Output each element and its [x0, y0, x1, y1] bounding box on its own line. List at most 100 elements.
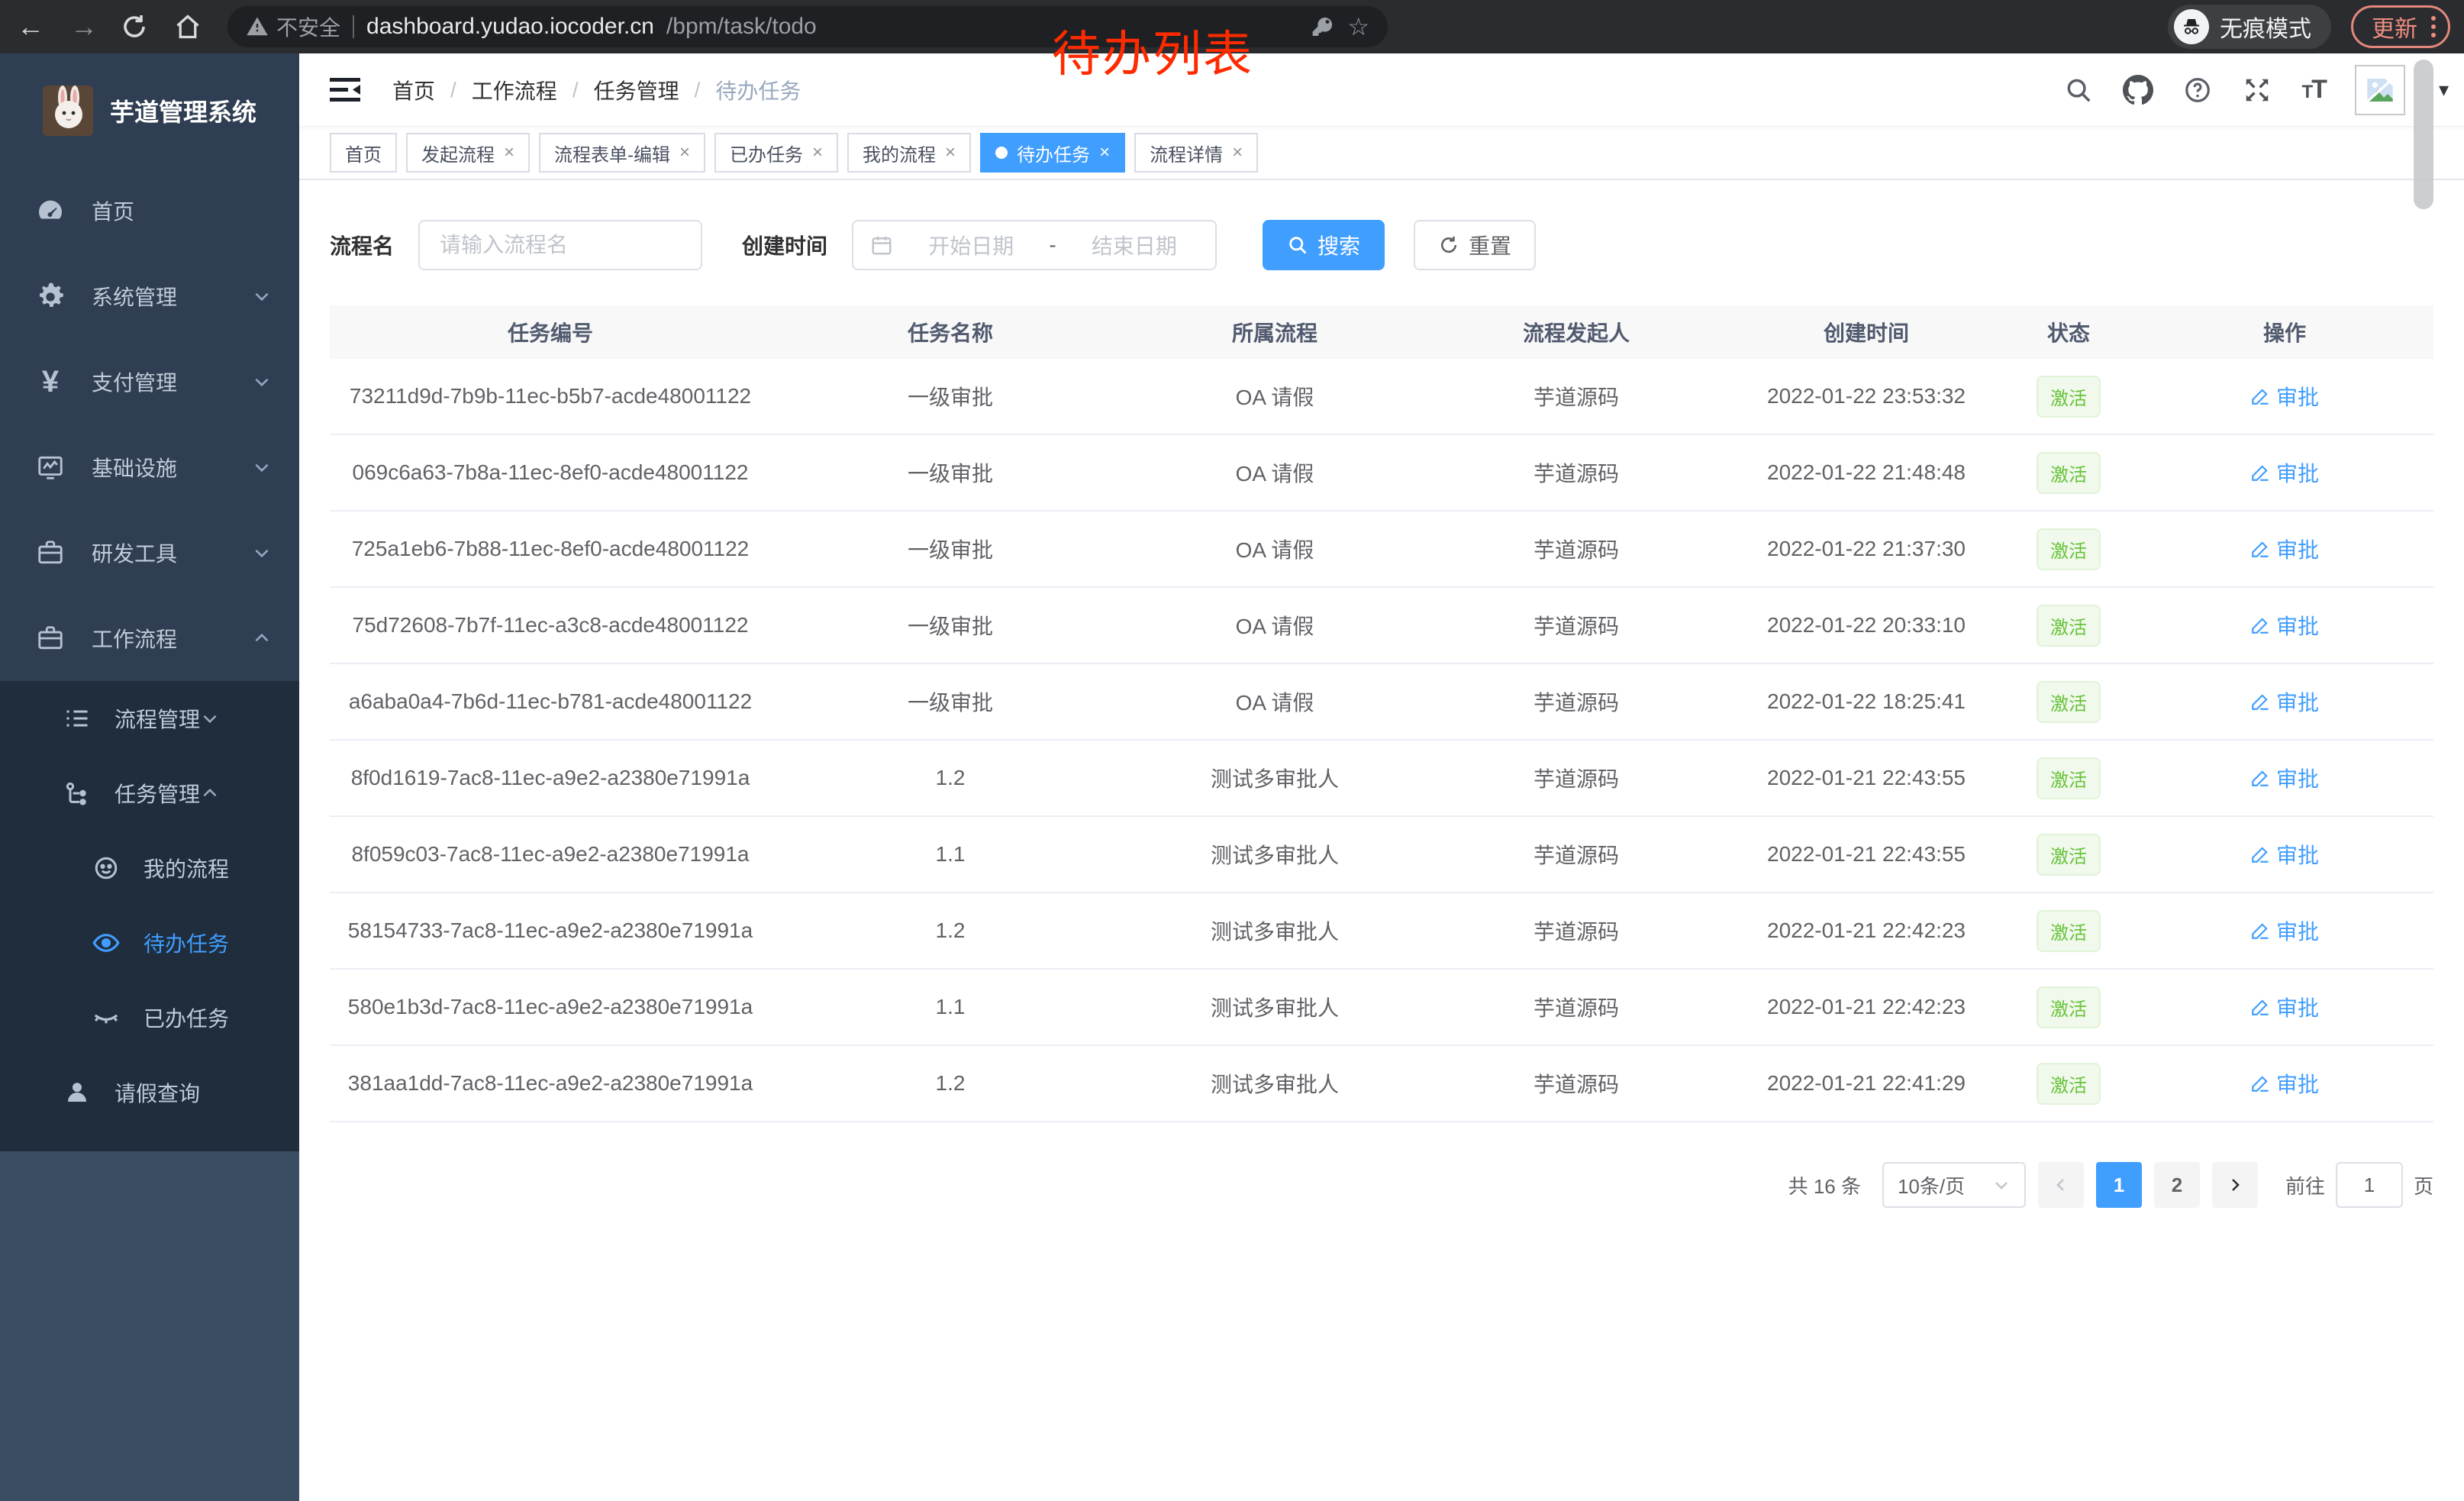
approve-link[interactable]: 审批 — [2250, 457, 2319, 488]
breadcrumb-workflow[interactable]: 工作流程 — [472, 75, 557, 105]
close-icon[interactable]: × — [812, 142, 823, 163]
status-badge: 激活 — [2037, 910, 2101, 952]
back-icon[interactable]: ← — [14, 13, 47, 40]
tag-start-process[interactable]: 发起流程× — [406, 133, 530, 173]
approve-link[interactable]: 审批 — [2250, 992, 2319, 1022]
home-icon[interactable] — [174, 13, 208, 40]
sidebar-item-devtools[interactable]: 研发工具 — [0, 510, 299, 596]
edit-pen-icon — [2250, 844, 2270, 864]
table-row: a6aba0a4-7b6d-11ec-b781-acde48001122 一级审… — [330, 664, 2433, 741]
approve-link[interactable]: 审批 — [2250, 686, 2319, 717]
close-icon[interactable]: × — [679, 142, 690, 163]
tag-form-edit[interactable]: 流程表单-编辑× — [539, 133, 705, 173]
sidebar-item-done-tasks[interactable]: 已办任务 — [0, 980, 299, 1055]
date-range-picker[interactable]: 开始日期 - 结束日期 — [852, 220, 1217, 270]
tag-home[interactable]: 首页 — [330, 133, 397, 173]
edit-pen-icon — [2250, 386, 2270, 406]
close-icon[interactable]: × — [945, 142, 956, 163]
not-secure-warning[interactable]: 不安全 — [246, 11, 340, 42]
forward-icon[interactable]: → — [67, 13, 101, 40]
tag-done-tasks[interactable]: 已办任务× — [714, 133, 838, 173]
workflow-submenu: 流程管理 任务管理 我的流程 — [0, 681, 299, 1151]
active-dot — [995, 147, 1008, 159]
page-2-button[interactable]: 2 — [2154, 1162, 2200, 1208]
chevron-down-icon — [252, 457, 272, 477]
approve-link[interactable]: 审批 — [2250, 763, 2319, 793]
table-row: 75d72608-7b7f-11ec-a3c8-acde48001122 一级审… — [330, 588, 2433, 664]
goto-page-input[interactable] — [2336, 1162, 2403, 1208]
close-icon[interactable]: × — [504, 142, 514, 163]
pagination: 共 16 条 10条/页 1 2 前往 — [330, 1162, 2433, 1208]
breadcrumb-task-mgmt[interactable]: 任务管理 — [594, 75, 679, 105]
tags-bar: 首页 发起流程× 流程表单-编辑× 已办任务× 我的流程× 待办任务× 流程详情… — [299, 127, 2464, 180]
approve-link[interactable]: 审批 — [2250, 1068, 2319, 1099]
tag-my-process[interactable]: 我的流程× — [847, 133, 971, 173]
gear-icon — [34, 279, 67, 313]
cell-starter: 芋道源码 — [1420, 970, 1733, 1044]
approve-link[interactable]: 审批 — [2250, 915, 2319, 946]
close-icon[interactable]: × — [1099, 142, 1110, 163]
search-icon[interactable] — [2063, 75, 2094, 105]
cell-task-id: 8f059c03-7ac8-11ec-a9e2-a2380e71991a — [330, 817, 771, 892]
bookmark-star-icon[interactable]: ☆ — [1347, 12, 1369, 41]
col-task-name: 任务名称 — [771, 305, 1130, 359]
avatar[interactable] — [2355, 65, 2405, 115]
close-icon[interactable]: × — [1232, 142, 1243, 163]
approve-link[interactable]: 审批 — [2250, 610, 2319, 641]
sidebar-item-infra[interactable]: 基础设施 — [0, 424, 299, 510]
sidebar-item-todo-tasks[interactable]: 待办任务 — [0, 905, 299, 980]
chevron-down-icon — [200, 709, 220, 728]
col-starter: 流程发起人 — [1420, 305, 1733, 359]
breadcrumb-home[interactable]: 首页 — [392, 75, 435, 105]
page-size-select[interactable]: 10条/页 — [1882, 1162, 2026, 1208]
reload-icon[interactable] — [121, 13, 154, 40]
breadcrumb: 首页 / 工作流程 / 任务管理 / 待办任务 — [392, 75, 801, 105]
cell-create-time: 2022-01-22 21:48:48 — [1733, 435, 2000, 510]
sidebar-item-home[interactable]: 首页 — [0, 168, 299, 253]
edit-pen-icon — [2250, 921, 2270, 941]
cell-starter: 芋道源码 — [1420, 664, 1733, 739]
calendar-icon — [870, 234, 893, 257]
cell-task-id: 580e1b3d-7ac8-11ec-a9e2-a2380e71991a — [330, 970, 771, 1044]
logo-row[interactable]: 芋道管理系统 — [0, 53, 299, 168]
sidebar-item-label: 基础设施 — [92, 452, 252, 483]
scrollbar-thumb[interactable] — [2414, 60, 2433, 209]
key-icon[interactable] — [1311, 15, 1335, 39]
approve-link[interactable]: 审批 — [2250, 381, 2319, 412]
create-time-label: 创建时间 — [742, 230, 827, 260]
sidebar-item-system[interactable]: 系统管理 — [0, 253, 299, 339]
sidebar-item-workflow[interactable]: 工作流程 — [0, 596, 299, 681]
warning-icon — [246, 15, 269, 38]
avatar-caret-icon[interactable]: ▾ — [2439, 78, 2449, 102]
help-icon[interactable] — [2182, 75, 2213, 105]
cell-create-time: 2022-01-21 22:41:29 — [1733, 1046, 2000, 1121]
fullscreen-icon[interactable] — [2242, 75, 2272, 105]
sidebar-item-process-mgmt[interactable]: 流程管理 — [0, 681, 299, 756]
tag-process-detail[interactable]: 流程详情× — [1134, 133, 1258, 173]
github-icon[interactable] — [2123, 75, 2153, 105]
sidebar-item-my-process[interactable]: 我的流程 — [0, 831, 299, 905]
tag-todo-tasks[interactable]: 待办任务× — [980, 133, 1125, 173]
cell-starter: 芋道源码 — [1420, 512, 1733, 586]
prev-page-button[interactable] — [2038, 1162, 2084, 1208]
page-1-button[interactable]: 1 — [2096, 1162, 2142, 1208]
sidebar-item-leave-query[interactable]: 请假查询 — [0, 1055, 299, 1130]
collapse-sidebar-icon[interactable] — [328, 75, 362, 105]
approve-link[interactable]: 审批 — [2250, 839, 2319, 870]
process-name-input[interactable] — [418, 220, 702, 270]
next-page-button[interactable] — [2212, 1162, 2258, 1208]
browser-menu-icon[interactable] — [2431, 16, 2436, 37]
incognito-icon — [2174, 9, 2209, 44]
cell-process: 测试多审批人 — [1130, 1046, 1420, 1121]
edit-pen-icon — [2250, 615, 2270, 635]
approve-link[interactable]: 审批 — [2250, 534, 2319, 564]
sidebar-item-payment[interactable]: ¥ 支付管理 — [0, 339, 299, 424]
sidebar-item-task-mgmt[interactable]: 任务管理 — [0, 756, 299, 831]
top-bar: 首页 / 工作流程 / 任务管理 / 待办任务 — [299, 53, 2464, 127]
font-size-icon[interactable]: TT — [2301, 75, 2325, 105]
search-button[interactable]: 搜索 — [1263, 220, 1385, 270]
cell-process: 测试多审批人 — [1130, 970, 1420, 1044]
update-button[interactable]: 更新 — [2351, 5, 2450, 48]
cell-process: OA 请假 — [1130, 512, 1420, 586]
reset-button[interactable]: 重置 — [1414, 220, 1536, 270]
